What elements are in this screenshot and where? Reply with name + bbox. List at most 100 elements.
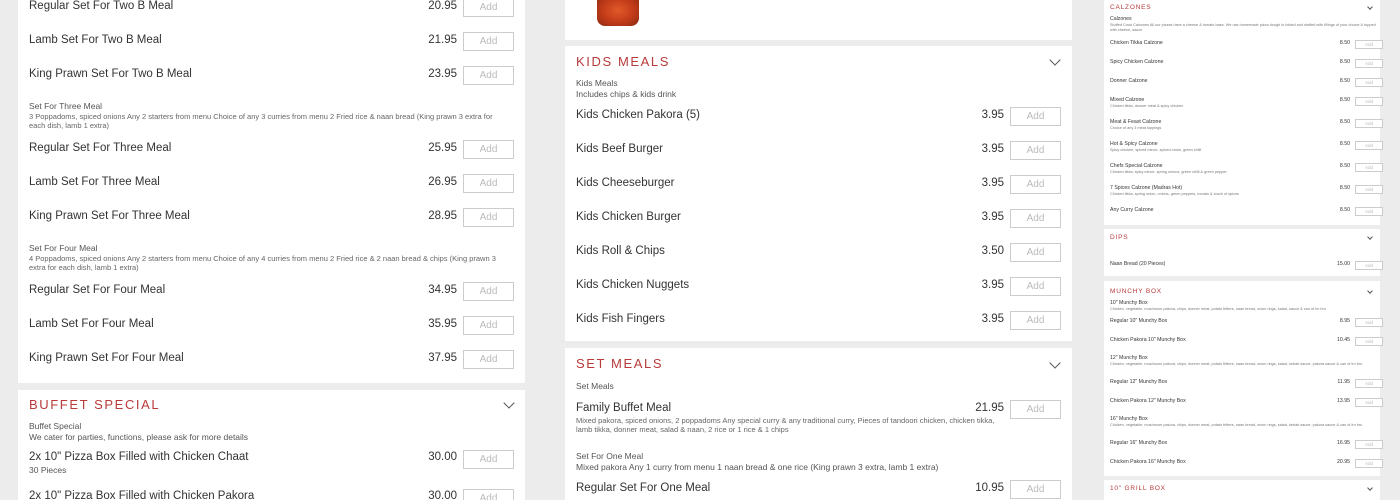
add-button[interactable]: Add <box>1355 185 1383 194</box>
add-button[interactable]: Add <box>1355 40 1383 49</box>
subsection-title: Set For One Meal <box>576 451 644 461</box>
calzones-panel: CALZONES Calzones Stuffed Crust Calzones… <box>1104 0 1383 225</box>
subsection-description: 3 Poppadoms, spiced onions Any 2 starter… <box>29 112 493 130</box>
subsection-title: 10" Munchy Box <box>1110 300 1148 306</box>
add-button[interactable]: Add <box>1355 379 1383 388</box>
add-button[interactable]: Add <box>1010 141 1061 160</box>
chevron-down-icon[interactable] <box>1367 234 1373 240</box>
add-button[interactable]: Add <box>463 350 514 369</box>
menu-item-price: 21.95 <box>975 402 1004 414</box>
add-button[interactable]: Add <box>1010 311 1061 330</box>
add-button[interactable]: Add <box>463 316 514 335</box>
menu-item-price: 30.00 <box>428 490 457 500</box>
subsection-description: Stuffed Crust Calzones All our pizzas ha… <box>1110 23 1376 32</box>
add-button[interactable]: Add <box>463 32 514 51</box>
menu-item-name: 7 Spices Calzone (Madras Hot) <box>1110 185 1183 191</box>
add-button[interactable]: Add <box>463 0 514 17</box>
menu-item-price: 8.50 <box>1339 59 1350 65</box>
dips-panel: DIPS Naan Bread (20 Pieces) 15.00 Add <box>1104 229 1383 276</box>
add-button[interactable]: Add <box>1010 209 1061 228</box>
add-button[interactable]: Add <box>463 174 514 193</box>
add-button[interactable]: Add <box>463 66 514 85</box>
menu-item-description: Spicy chicken, spiced mince, spiced onio… <box>1110 148 1202 152</box>
subsection-description: 4 Poppadoms, spiced onions Any 2 starter… <box>29 254 496 272</box>
add-button[interactable]: Add <box>1010 175 1061 194</box>
menu-item-price: 3.95 <box>981 211 1004 223</box>
add-button[interactable]: Add <box>463 140 514 159</box>
menu-item-name: Any Curry Calzone <box>1110 207 1154 213</box>
menu-item-price: 8.50 <box>1339 207 1350 213</box>
subsection-description: Chicken, vegetable, mushroom pakora, chi… <box>1110 307 1326 311</box>
menu-item-price: 35.95 <box>428 318 457 330</box>
add-button[interactable]: Add <box>1355 119 1383 128</box>
add-button[interactable]: Add <box>1010 277 1061 296</box>
menu-item-name: Chicken Pakora 12" Munchy Box <box>1110 398 1186 404</box>
add-button[interactable]: Add <box>1010 107 1061 126</box>
menu-item-name: Chefs Special Calzone <box>1110 163 1163 169</box>
menu-item-description: Chicken tikka, donner meat & spicy chick… <box>1110 104 1184 108</box>
add-button[interactable]: Add <box>1355 78 1383 87</box>
menu-column-1: Regular Set For Two B Meal 20.95 Add Lam… <box>0 0 545 500</box>
add-button[interactable]: Add <box>1355 59 1383 68</box>
subsection-title: Set For Three Meal <box>29 101 103 111</box>
add-button[interactable]: Add <box>463 450 514 469</box>
menu-item-price: 3.95 <box>981 313 1004 325</box>
chevron-down-icon[interactable] <box>503 397 515 409</box>
menu-item-name: King Prawn Set For Four Meal <box>29 352 184 364</box>
menu-item-price: 8.50 <box>1339 97 1350 103</box>
menu-item-price: 3.95 <box>981 177 1004 189</box>
add-button[interactable]: Add <box>1355 207 1383 216</box>
menu-item-name: Regular Set For Three Meal <box>29 142 172 154</box>
add-button[interactable]: Add <box>1355 440 1383 449</box>
section-title: SET MEALS <box>576 356 664 371</box>
add-button[interactable]: Add <box>1355 261 1383 270</box>
add-button[interactable]: Add <box>463 282 514 301</box>
menu-item-name: Donner Calzone <box>1110 78 1148 84</box>
menu-item-name: Hot & Spicy Calzone <box>1110 141 1158 147</box>
subsection-description: Includes chips & kids drink <box>576 89 677 99</box>
menu-item-name: Regular Set For Two B Meal <box>29 0 174 12</box>
add-button[interactable]: Add <box>1355 141 1383 150</box>
section-title: 10" GRILL BOX <box>1110 485 1166 492</box>
chevron-down-icon[interactable] <box>1367 4 1373 10</box>
menu-item-name: Regular 12" Munchy Box <box>1110 379 1168 385</box>
subsection-description: Chicken, vegetable, mushroom pakora, chi… <box>1110 423 1363 427</box>
add-button[interactable]: Add <box>1355 97 1383 106</box>
menu-item-price: 8.50 <box>1339 185 1350 191</box>
menu-item-price: 20.95 <box>1337 459 1350 465</box>
menu-item-price: 20.95 <box>428 0 457 12</box>
chevron-down-icon[interactable] <box>1367 485 1373 491</box>
menu-item-price: 8.50 <box>1339 163 1350 169</box>
add-button[interactable]: Add <box>1355 318 1383 327</box>
add-button[interactable]: Add <box>1355 459 1383 468</box>
menu-item-price: 8.95 <box>1339 318 1350 324</box>
menu-item-price: 3.95 <box>981 279 1004 291</box>
menu-column-3: CALZONES Calzones Stuffed Crust Calzones… <box>1090 0 1400 500</box>
menu-item-price: 30.00 <box>428 451 457 463</box>
add-button[interactable]: Add <box>463 208 514 227</box>
add-button[interactable]: Add <box>1355 398 1383 407</box>
menu-item-name: Kids Beef Burger <box>576 143 663 155</box>
menu-item-name: Meat & Feast Calzone <box>1110 119 1162 125</box>
menu-item-price: 8.50 <box>1339 119 1350 125</box>
menu-item-price: 3.95 <box>981 109 1004 121</box>
section-title: CALZONES <box>1110 4 1152 11</box>
chevron-down-icon[interactable] <box>1367 288 1373 294</box>
menu-item-price: 34.95 <box>428 284 457 296</box>
subsection-title: 16" Munchy Box <box>1110 416 1148 422</box>
menu-item-name: Kids Cheeseburger <box>576 177 675 189</box>
add-button[interactable]: Add <box>1010 480 1061 499</box>
add-button[interactable]: Add <box>1010 243 1061 262</box>
subsection-title: 12" Munchy Box <box>1110 355 1148 361</box>
subsection-title: Set Meals <box>576 381 614 391</box>
add-button[interactable]: Add <box>1355 337 1383 346</box>
chevron-down-icon[interactable] <box>1049 54 1061 66</box>
menu-item-name: Kids Chicken Burger <box>576 211 681 223</box>
menu-item-description: Choice of any 3 meat toppings <box>1110 126 1162 130</box>
subsection-description: Mixed pakora Any 1 curry from menu 1 naa… <box>576 462 939 472</box>
add-button[interactable]: Add <box>463 489 514 500</box>
menu-item-price: 8.50 <box>1339 78 1350 84</box>
add-button[interactable]: Add <box>1355 163 1383 172</box>
add-button[interactable]: Add <box>1010 400 1061 419</box>
chevron-down-icon[interactable] <box>1049 357 1061 369</box>
